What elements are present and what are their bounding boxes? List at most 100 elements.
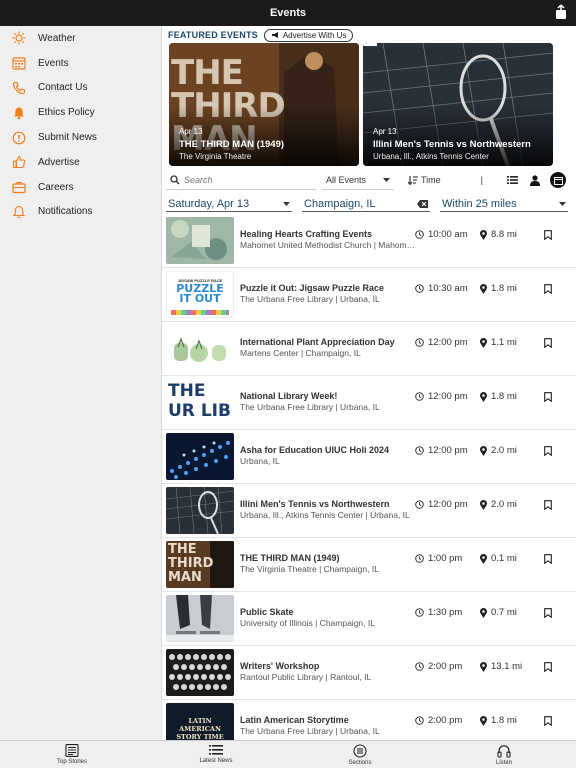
sun-icon [12, 31, 26, 45]
sidebar-item-contact-us[interactable]: Contact Us [0, 76, 161, 101]
events-list: Healing Hearts Crafting Events Mahomet U… [162, 214, 576, 740]
user-icon[interactable] [530, 174, 541, 186]
tab-label: Listen [495, 760, 512, 766]
event-name: International Plant Appreciation Day [240, 337, 395, 347]
location-pin-icon [480, 337, 487, 348]
bookmark-icon[interactable] [544, 662, 552, 672]
event-venue: The Urbana Free Library | Urbana, IL [240, 402, 380, 412]
event-distance-value: 1.8 mi [491, 715, 517, 726]
caret-down-icon [283, 201, 290, 206]
list-item[interactable]: THE THIRD MAN THE THIRD MAN (1949) The V… [162, 538, 576, 592]
event-thumbnail [166, 325, 234, 372]
category-select[interactable]: All Events [322, 170, 394, 190]
event-thumbnail: LATIN AMERICAN STORY TIME [166, 703, 234, 740]
list-view-icon[interactable] [507, 175, 519, 185]
bookmark-icon[interactable] [544, 284, 552, 294]
event-time-value: 1:00 pm [428, 553, 463, 564]
sidebar-item-notifications[interactable]: Notifications [0, 200, 161, 225]
sidebar-item-label: Advertise [38, 156, 80, 168]
bookmark-icon[interactable] [544, 446, 552, 456]
event-thumbnail: THE THIRD MAN [166, 541, 234, 588]
search-input[interactable] [184, 174, 304, 185]
list-item[interactable]: LATIN AMERICAN STORY TIME Latin American… [162, 700, 576, 740]
event-time: 12:00 pm [415, 391, 468, 402]
bell-outline-icon [12, 205, 26, 219]
list-item[interactable]: Healing Hearts Crafting Events Mahomet U… [162, 214, 576, 268]
sidebar-item-careers[interactable]: Careers [0, 175, 161, 200]
tab-top-stories[interactable]: Top Stories [0, 741, 144, 768]
event-thumbnail [166, 433, 234, 480]
share-icon[interactable] [554, 4, 568, 20]
date-filter[interactable]: Saturday, Apr 13 [166, 196, 292, 212]
bookmark-icon[interactable] [544, 608, 552, 618]
list-item[interactable]: Writers' Workshop Rantoul Public Library… [162, 646, 576, 700]
bookmark-icon[interactable] [544, 230, 552, 240]
sidebar-item-weather[interactable]: Weather [0, 26, 161, 51]
thumbnail-title: THE THIRD MAN [168, 542, 214, 585]
location-pin-icon [480, 661, 487, 672]
event-time: 2:00 pm [415, 715, 462, 726]
event-time: 1:00 pm [415, 553, 462, 564]
event-distance: 13.1 mi [480, 661, 522, 672]
list-item[interactable]: Asha for Education UIUC Holi 2024 Urbana… [162, 430, 576, 484]
event-venue: The Urbana Free Library | Urbana, IL [240, 726, 380, 736]
search-field[interactable] [166, 170, 316, 190]
puzzle-confetti [171, 310, 229, 315]
bookmark-icon[interactable] [544, 500, 552, 510]
event-venue: Rantoul Public Library | Rantoul, IL [240, 672, 372, 682]
featured-venue: Urbana, Ill., Atkins Tennis Center [373, 152, 489, 161]
sort-time-button[interactable]: Time [408, 175, 441, 185]
sidebar-item-label: Contact Us [38, 82, 88, 94]
event-distance-value: 2.0 mi [491, 445, 517, 456]
sidebar-item-events[interactable]: Events [0, 51, 161, 76]
list-item[interactable]: International Plant Appreciation Day Mar… [162, 322, 576, 376]
events-main: FEATURED EVENTS Advertise With Us THE TH… [162, 26, 576, 740]
clear-icon[interactable] [417, 199, 428, 208]
location-filter[interactable]: Champaign, IL [302, 196, 430, 212]
clock-icon [415, 662, 424, 671]
bell-icon [12, 106, 26, 120]
bookmark-icon[interactable] [544, 392, 552, 402]
bookmark-icon[interactable] [544, 716, 552, 726]
clock-icon [415, 230, 424, 239]
bookmark-icon[interactable] [544, 554, 552, 564]
event-thumbnail [166, 217, 234, 264]
tab-sections[interactable]: Sections [288, 741, 432, 768]
event-time: 12:00 pm [415, 445, 468, 456]
event-distance: 1.8 mi [480, 715, 517, 726]
event-time-value: 2:00 pm [428, 715, 463, 726]
date-filter-value: Saturday, Apr 13 [168, 197, 250, 210]
thumbnail-title: THE UR LIB [168, 381, 231, 421]
event-name: Latin American Storytime [240, 715, 349, 725]
event-name: Puzzle it Out: Jigsaw Puzzle Race [240, 283, 385, 293]
tab-latest-news[interactable]: Latest News [144, 741, 288, 768]
sidebar-item-ethics-policy[interactable]: Ethics Policy [0, 100, 161, 125]
list-item[interactable]: Public Skate University of Illinois | Ch… [162, 592, 576, 646]
event-distance-value: 1.8 mi [491, 391, 517, 402]
list-item[interactable]: Illini Men's Tennis vs Northwestern Urba… [162, 484, 576, 538]
sort-label: Time [421, 175, 441, 185]
event-time: 10:30 am [415, 283, 468, 294]
event-name: Public Skate [240, 607, 294, 617]
event-distance: 8.8 mi [480, 229, 517, 240]
featured-card-third-man[interactable]: THE THIRD MAN Apr 13 THE THIRD MAN (1949… [169, 43, 359, 166]
advertise-button[interactable]: Advertise With Us [263, 28, 354, 42]
radius-filter[interactable]: Within 25 miles [440, 196, 568, 212]
sidebar-item-advertise[interactable]: Advertise [0, 150, 161, 175]
list-item[interactable]: THE UR LIB National Library Week! The Ur… [162, 376, 576, 430]
calendar-button[interactable] [550, 172, 567, 188]
clock-icon [415, 500, 424, 509]
event-distance: 0.7 mi [480, 607, 517, 618]
page-title: Events [269, 7, 307, 19]
bookmark-icon[interactable] [544, 338, 552, 348]
event-time: 12:00 pm [415, 337, 468, 348]
sidebar-item-submit-news[interactable]: Submit News [0, 125, 161, 150]
tab-listen[interactable]: Listen [432, 741, 576, 768]
sections-icon [353, 744, 367, 758]
location-pin-icon [480, 391, 487, 402]
featured-card-tennis[interactable]: Apr 13 Illini Men's Tennis vs Northweste… [363, 43, 553, 166]
sidebar-item-label: Submit News [38, 132, 97, 144]
event-name: Illini Men's Tennis vs Northwestern [240, 499, 390, 509]
list-item[interactable]: JIGSAW PUZZLE RACE PUZZLE IT OUT Puzzle … [162, 268, 576, 322]
divider: | [480, 175, 484, 185]
